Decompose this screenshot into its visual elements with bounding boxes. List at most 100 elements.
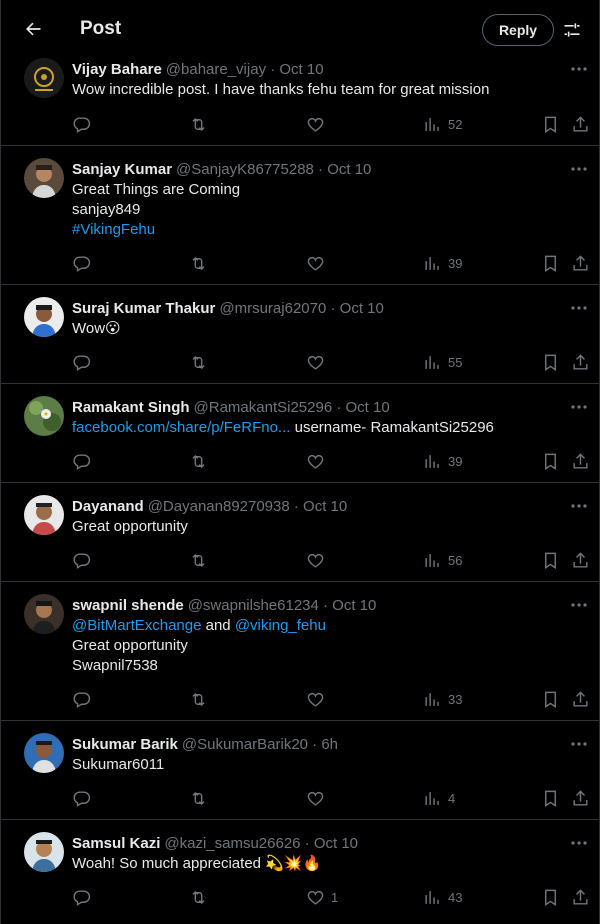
heart-icon[interactable] <box>306 114 331 134</box>
reply-icon[interactable] <box>72 451 91 471</box>
reply-icon[interactable] <box>72 887 91 907</box>
avatar[interactable] <box>24 297 64 337</box>
repost-icon[interactable] <box>189 550 208 570</box>
share-icon[interactable] <box>571 788 590 808</box>
display-name[interactable]: Sanjay Kumar <box>72 161 172 178</box>
display-name[interactable]: Dayanand <box>72 498 144 515</box>
share-icon[interactable] <box>571 451 590 471</box>
repost-icon[interactable] <box>189 788 208 808</box>
tweet[interactable]: swapnil shende @swapnilshe61234 · Oct 10… <box>1 582 599 721</box>
display-name[interactable]: Vijay Bahare <box>72 61 162 78</box>
avatar[interactable] <box>24 832 64 872</box>
bookmark-icon[interactable] <box>541 689 560 709</box>
bookmark-icon[interactable] <box>541 451 560 471</box>
display-name[interactable]: Samsul Kazi <box>72 835 160 852</box>
tweet-text: Great opportunity <box>72 517 582 537</box>
bookmark-icon[interactable] <box>541 352 560 372</box>
views-icon[interactable]: 55 <box>423 352 462 372</box>
hashtag-link[interactable]: #VikingFehu <box>72 220 582 240</box>
reply-icon[interactable] <box>72 253 91 273</box>
bookmark-icon[interactable] <box>541 550 560 570</box>
share-icon[interactable] <box>571 253 590 273</box>
repost-icon[interactable] <box>189 352 208 372</box>
reply-icon[interactable] <box>72 689 91 709</box>
more-icon[interactable] <box>569 162 589 176</box>
bookmark-icon[interactable] <box>541 788 560 808</box>
mention-link[interactable]: @viking_fehu <box>235 617 326 634</box>
like-count: 1 <box>331 889 339 905</box>
heart-icon[interactable] <box>306 788 331 808</box>
repost-icon[interactable] <box>189 689 208 709</box>
share-icon[interactable] <box>571 114 590 134</box>
tweet-actions: 39 <box>1 253 599 273</box>
views-icon[interactable]: 4 <box>423 788 455 808</box>
handle-and-time: @SanjayK86775288 · Oct 10 <box>176 160 372 178</box>
tweet[interactable]: Sanjay Kumar @SanjayK86775288 · Oct 10 G… <box>1 146 599 285</box>
views-icon[interactable]: 39 <box>423 451 462 471</box>
bookmark-icon[interactable] <box>541 253 560 273</box>
tweet-text: @BitMartExchange and @viking_fehu Great … <box>72 616 582 676</box>
more-icon[interactable] <box>569 400 589 414</box>
display-name[interactable]: Ramakant Singh <box>72 399 190 416</box>
heart-icon[interactable] <box>306 451 331 471</box>
tweet-text-line: Wow incredible post. I have thanks fehu … <box>72 81 490 98</box>
avatar[interactable] <box>24 733 64 773</box>
repost-icon[interactable] <box>189 887 208 907</box>
repost-icon[interactable] <box>189 114 208 134</box>
views-icon[interactable]: 43 <box>423 887 462 907</box>
tweet[interactable]: Vijay Bahare @bahare_vijay · Oct 10 Wow … <box>1 57 599 146</box>
handle-and-time: @kazi_samsu26626 · Oct 10 <box>164 834 359 852</box>
tweet-header: Ramakant Singh @RamakantSi25296 · Oct 10 <box>72 397 390 417</box>
tweet[interactable]: Suraj Kumar Thakur @mrsuraj62070 · Oct 1… <box>1 285 599 384</box>
avatar[interactable] <box>24 158 64 198</box>
views-icon[interactable]: 56 <box>423 550 462 570</box>
tweet-header: swapnil shende @swapnilshe61234 · Oct 10 <box>72 595 376 615</box>
reply-icon[interactable] <box>72 788 91 808</box>
views-icon[interactable]: 39 <box>423 253 462 273</box>
bookmark-icon[interactable] <box>541 114 560 134</box>
heart-icon[interactable] <box>306 550 331 570</box>
heart-icon[interactable] <box>306 689 331 709</box>
reply-icon[interactable] <box>72 352 91 372</box>
arrow-left-icon[interactable] <box>20 16 46 42</box>
reply-icon[interactable] <box>72 114 91 134</box>
more-icon[interactable] <box>569 598 589 612</box>
tweet-actions: 33 <box>1 689 599 709</box>
url-link[interactable]: facebook.com/share/p/FeRFno... <box>72 419 290 436</box>
views-icon[interactable]: 33 <box>423 689 462 709</box>
views-icon[interactable]: 52 <box>423 114 462 134</box>
handle-and-time: @SukumarBarik20 · 6h <box>181 735 339 753</box>
heart-icon[interactable]: 1 <box>306 887 338 907</box>
view-count: 55 <box>448 354 463 370</box>
reply-icon[interactable] <box>72 550 91 570</box>
share-icon[interactable] <box>571 550 590 570</box>
tweet[interactable]: Dayanand @Dayanan89270938 · Oct 10 Great… <box>1 483 599 582</box>
tweet[interactable]: Sukumar Barik @SukumarBarik20 · 6h Sukum… <box>1 721 599 820</box>
share-icon[interactable] <box>571 689 590 709</box>
more-icon[interactable] <box>569 499 589 513</box>
tweet[interactable]: Samsul Kazi @kazi_samsu26626 · Oct 10 Wo… <box>1 820 599 924</box>
tweet[interactable]: Ramakant Singh @RamakantSi25296 · Oct 10… <box>1 384 599 483</box>
reply-button[interactable]: Reply <box>482 14 554 46</box>
avatar[interactable] <box>24 594 64 634</box>
display-name[interactable]: swapnil shende <box>72 597 184 614</box>
more-icon[interactable] <box>569 62 589 76</box>
avatar[interactable] <box>24 495 64 535</box>
repost-icon[interactable] <box>189 451 208 471</box>
avatar[interactable] <box>24 396 64 436</box>
display-name[interactable]: Sukumar Barik <box>72 736 178 753</box>
more-icon[interactable] <box>569 737 589 751</box>
bookmark-icon[interactable] <box>541 887 560 907</box>
share-icon[interactable] <box>571 352 590 372</box>
more-icon[interactable] <box>569 301 589 315</box>
share-icon[interactable] <box>571 887 590 907</box>
repost-icon[interactable] <box>189 253 208 273</box>
heart-icon[interactable] <box>306 253 331 273</box>
more-icon[interactable] <box>569 836 589 850</box>
sliders-icon[interactable] <box>560 18 584 42</box>
display-name[interactable]: Suraj Kumar Thakur <box>72 300 215 317</box>
avatar[interactable] <box>24 58 64 98</box>
tweet-text-line: Wow😮 <box>72 320 121 337</box>
mention-link[interactable]: @BitMartExchange <box>72 617 201 634</box>
heart-icon[interactable] <box>306 352 331 372</box>
